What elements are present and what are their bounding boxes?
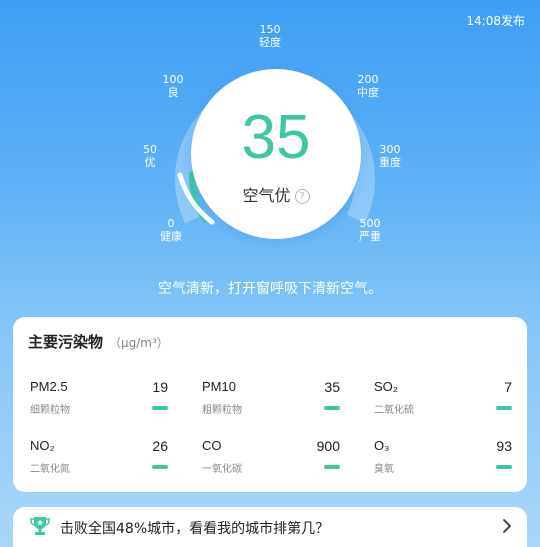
- pollutant-level-bar: [152, 465, 168, 469]
- pollutant-desc: 一氧化碳: [202, 464, 242, 475]
- pollutant-name: PM2.5: [30, 379, 68, 394]
- pollutant-value: 19: [152, 379, 168, 395]
- aqi-disc: 35 空气优?: [191, 69, 361, 239]
- pollutant-desc: 粗颗粒物: [202, 405, 242, 416]
- pollutant-name: NO₂: [30, 438, 55, 453]
- tick-200: 200 中度: [357, 73, 379, 99]
- aqi-level-label: 空气优: [242, 186, 291, 205]
- pollutant-value: 900: [316, 438, 340, 454]
- aqi-gauge: 0 健康 50 优 100 良 150 轻度 200 中度 300 重度 500 严重 35 …: [0, 0, 540, 290]
- pollutant-name: O₃: [374, 438, 390, 453]
- pollutant-pm25[interactable]: PM2.5 细颗粒物 19: [30, 379, 168, 429]
- pollutant-value: 7: [504, 379, 512, 395]
- pollutant-level-bar: [496, 406, 512, 410]
- tick-150: 150 轻度: [259, 23, 281, 49]
- pollutant-name: CO: [202, 438, 222, 453]
- pollutants-unit: （μg/m³）: [109, 336, 169, 350]
- pollutant-o3[interactable]: O₃ 臭氧 93: [374, 438, 512, 488]
- pollutant-name: PM10: [202, 379, 236, 394]
- tick-500: 500 严重: [359, 217, 381, 243]
- tick-100: 100 良: [162, 73, 184, 99]
- pollutant-desc: 细颗粒物: [30, 405, 70, 416]
- ranking-text: 击败全国48%城市，看看我的城市排第几？: [60, 521, 330, 537]
- pollutant-co[interactable]: CO 一氧化碳 900: [202, 438, 340, 488]
- pollutant-level-bar: [324, 406, 340, 410]
- tick-50: 50 优: [143, 143, 157, 169]
- pollutant-level-bar: [324, 465, 340, 469]
- air-advice: 空气清新，打开窗呼吸下清新空气。: [158, 281, 382, 297]
- pollutant-name: SO₂: [374, 379, 398, 394]
- pollutant-no2[interactable]: NO₂ 二氧化氮 26: [30, 438, 168, 488]
- aqi-value: 35: [241, 103, 311, 172]
- pollutant-desc: 二氧化硫: [374, 405, 414, 416]
- pollutant-value: 93: [496, 438, 512, 454]
- pollutant-level-bar: [152, 406, 168, 410]
- pollutants-title: 主要污染物 （μg/m³）: [28, 333, 169, 351]
- pollutant-value: 35: [324, 379, 340, 395]
- city-ranking-bar[interactable]: 击败全国48%城市，看看我的城市排第几？: [13, 507, 527, 547]
- pollutant-desc: 臭氧: [374, 464, 394, 475]
- help-icon[interactable]: ?: [294, 189, 310, 204]
- pollutant-so2[interactable]: SO₂ 二氧化硫 7: [374, 379, 512, 429]
- chevron-right-icon[interactable]: [501, 517, 513, 535]
- pollutant-level-bar: [496, 465, 512, 469]
- pollutants-card: 主要污染物 （μg/m³） PM2.5 细颗粒物 19 PM10 粗颗粒物 35 …: [13, 317, 527, 492]
- trophy-icon: [30, 517, 50, 535]
- aqi-level[interactable]: 空气优?: [191, 182, 361, 206]
- pollutant-pm10[interactable]: PM10 粗颗粒物 35: [202, 379, 340, 429]
- pollutant-desc: 二氧化氮: [30, 464, 70, 475]
- tick-0: 0 健康: [160, 217, 182, 243]
- pollutant-value: 26: [152, 438, 168, 454]
- tick-300: 300 重度: [379, 143, 401, 169]
